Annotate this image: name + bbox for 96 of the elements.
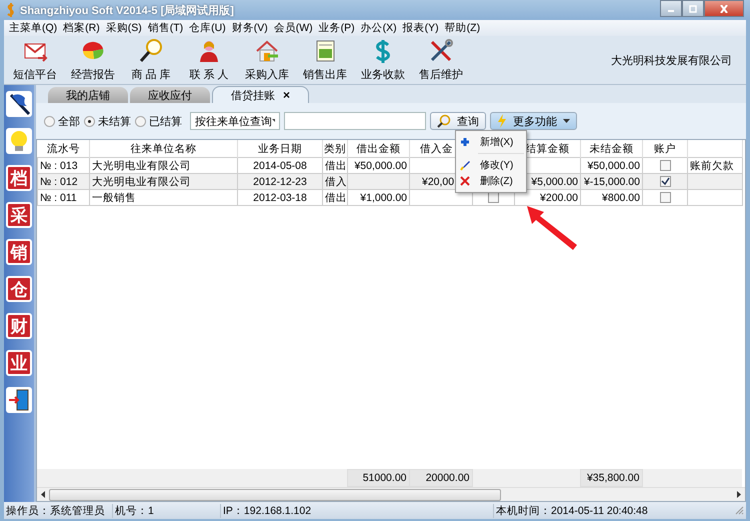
lightbulb-icon[interactable] <box>6 128 32 154</box>
table-cell: 一般销售 <box>90 190 238 206</box>
column-header: 未结金额 <box>580 140 642 158</box>
menu-item[interactable]: 业务(P) <box>316 21 358 35</box>
column-header: 流水号 <box>38 140 90 158</box>
sidebar-button[interactable]: 销 <box>6 239 32 265</box>
table-cell: № : 012 <box>38 174 90 190</box>
table-cell: ¥800.00 <box>580 190 642 206</box>
table-cell: 大光明电业有限公司 <box>90 174 238 190</box>
company-name: 大光明科技发展有限公司 <box>611 54 732 68</box>
more-functions-button[interactable]: 更多功能 <box>490 112 577 130</box>
checkbox[interactable] <box>660 160 670 172</box>
status-text: IP：192.168.1.102 <box>221 504 494 518</box>
menu-item[interactable]: 销售(T) <box>144 21 186 35</box>
scroll-right-icon[interactable] <box>737 491 741 498</box>
checkbox[interactable] <box>488 192 499 204</box>
radio-label: 全部 <box>58 114 80 128</box>
menu-item[interactable]: 档案(R) <box>60 21 103 35</box>
column-header: 业务日期 <box>238 140 322 158</box>
sidebar-button[interactable]: 采 <box>6 202 32 228</box>
checkbox[interactable] <box>660 176 670 188</box>
status-text: 操作员：系统管理员 <box>4 504 113 518</box>
close-tab-button[interactable]: × <box>283 88 290 102</box>
tab[interactable]: 借贷挂账 × <box>212 86 310 103</box>
horizontal-scrollbar[interactable] <box>37 487 745 501</box>
magnifier-icon <box>138 38 164 64</box>
door-icon[interactable] <box>6 387 32 413</box>
table-cell: ¥-15,000.00 <box>580 174 642 190</box>
dropdown[interactable]: 按往来单位查询 <box>190 112 280 130</box>
menu-item[interactable]: 财务(V) <box>228 21 271 35</box>
tab[interactable]: 我的店铺 <box>48 87 128 103</box>
toolbar-button[interactable]: 售后维护 <box>414 38 468 82</box>
table-cell: 大光明电业有限公司 <box>90 158 238 174</box>
cross-icon <box>460 176 470 186</box>
search-icon <box>437 114 451 128</box>
column-header: 账户 <box>642 140 688 158</box>
resize-grip-icon <box>735 506 744 515</box>
radio-label: 已结算 <box>149 114 182 128</box>
maximize-icon <box>689 4 697 12</box>
sidebar-button[interactable]: 业 <box>6 350 32 376</box>
tools-icon <box>428 38 454 64</box>
close-button[interactable] <box>704 0 744 17</box>
flag-icon[interactable] <box>6 91 32 117</box>
toolbar-button[interactable]: 联 系 人 <box>182 38 236 82</box>
pointer-arrow <box>527 206 577 250</box>
menu-item[interactable]: 采购(S) <box>102 21 145 35</box>
pen-icon <box>460 160 470 170</box>
table-cell: 借入 <box>322 174 348 190</box>
table-cell: 2012-03-18 <box>238 190 322 206</box>
radio-label: 未结算 <box>98 114 131 128</box>
toolbar-button[interactable]: 商 品 库 <box>124 38 178 82</box>
maximize-button[interactable] <box>682 0 704 17</box>
total-cell: 20000.00 <box>409 470 472 486</box>
query-button[interactable]: 查询 <box>430 112 486 130</box>
close-icon <box>719 4 729 12</box>
status-text: 本机时间：2014-05-11 20:40:48 <box>495 504 649 518</box>
menu-item[interactable]: 报表(Y) <box>400 21 442 35</box>
checkbox[interactable] <box>660 192 670 204</box>
column-header: 借出金额 <box>348 140 410 158</box>
plus-icon <box>460 136 470 148</box>
menu-item[interactable]: 办公(X) <box>358 21 400 35</box>
menu-item[interactable]: 帮助(Z) <box>442 21 484 35</box>
radio-button[interactable] <box>44 116 55 126</box>
toolbar-button[interactable]: 短信平台 <box>8 38 62 82</box>
sidebar-button[interactable]: 仓 <box>6 276 32 302</box>
scroll-left-icon[interactable] <box>41 491 45 498</box>
sidebar-button[interactable]: 档 <box>6 165 32 191</box>
tab[interactable]: 应收应付 <box>130 87 210 103</box>
toolbar-button[interactable]: 销售出库 <box>298 38 352 82</box>
table-cell: ¥1,000.00 <box>348 190 410 206</box>
table-cell: 借出 <box>322 190 348 206</box>
search-field[interactable] <box>284 112 426 130</box>
total-cell: ¥35,800.00 <box>580 470 642 486</box>
menu-item[interactable]: 会员(W) <box>270 21 316 35</box>
menu-item[interactable]: 仓库(U) <box>186 21 229 35</box>
house-icon <box>254 38 280 64</box>
lightning-icon <box>497 114 507 128</box>
table-cell: 2014-05-08 <box>238 158 322 174</box>
toolbar-button[interactable]: 业务收款 <box>356 38 410 82</box>
dollar-icon <box>6 3 16 17</box>
radio-button[interactable] <box>84 116 95 126</box>
window-title: Shangzhiyou Soft V2014-5 [局域网试用版] <box>20 4 234 18</box>
menu-item[interactable]: 修改(Y) <box>456 157 526 173</box>
total-cell: 51000.00 <box>347 470 409 486</box>
table-cell: № : 013 <box>38 158 90 174</box>
column-header: 往来单位名称 <box>90 140 238 158</box>
status-text: 机号：1 <box>113 504 221 518</box>
column-header: 类别 <box>322 140 348 158</box>
toolbar-button[interactable]: 经营报告 <box>66 38 120 82</box>
sidebar-button[interactable]: 财 <box>6 313 32 339</box>
table-cell: № : 011 <box>38 190 90 206</box>
minimize-button[interactable] <box>660 0 682 17</box>
table-cell: 2012-12-23 <box>238 174 322 190</box>
menu-item[interactable]: 主菜单(Q) <box>6 21 60 35</box>
toolbar-button[interactable]: 采购入库 <box>240 38 294 82</box>
radio-button[interactable] <box>135 116 146 126</box>
